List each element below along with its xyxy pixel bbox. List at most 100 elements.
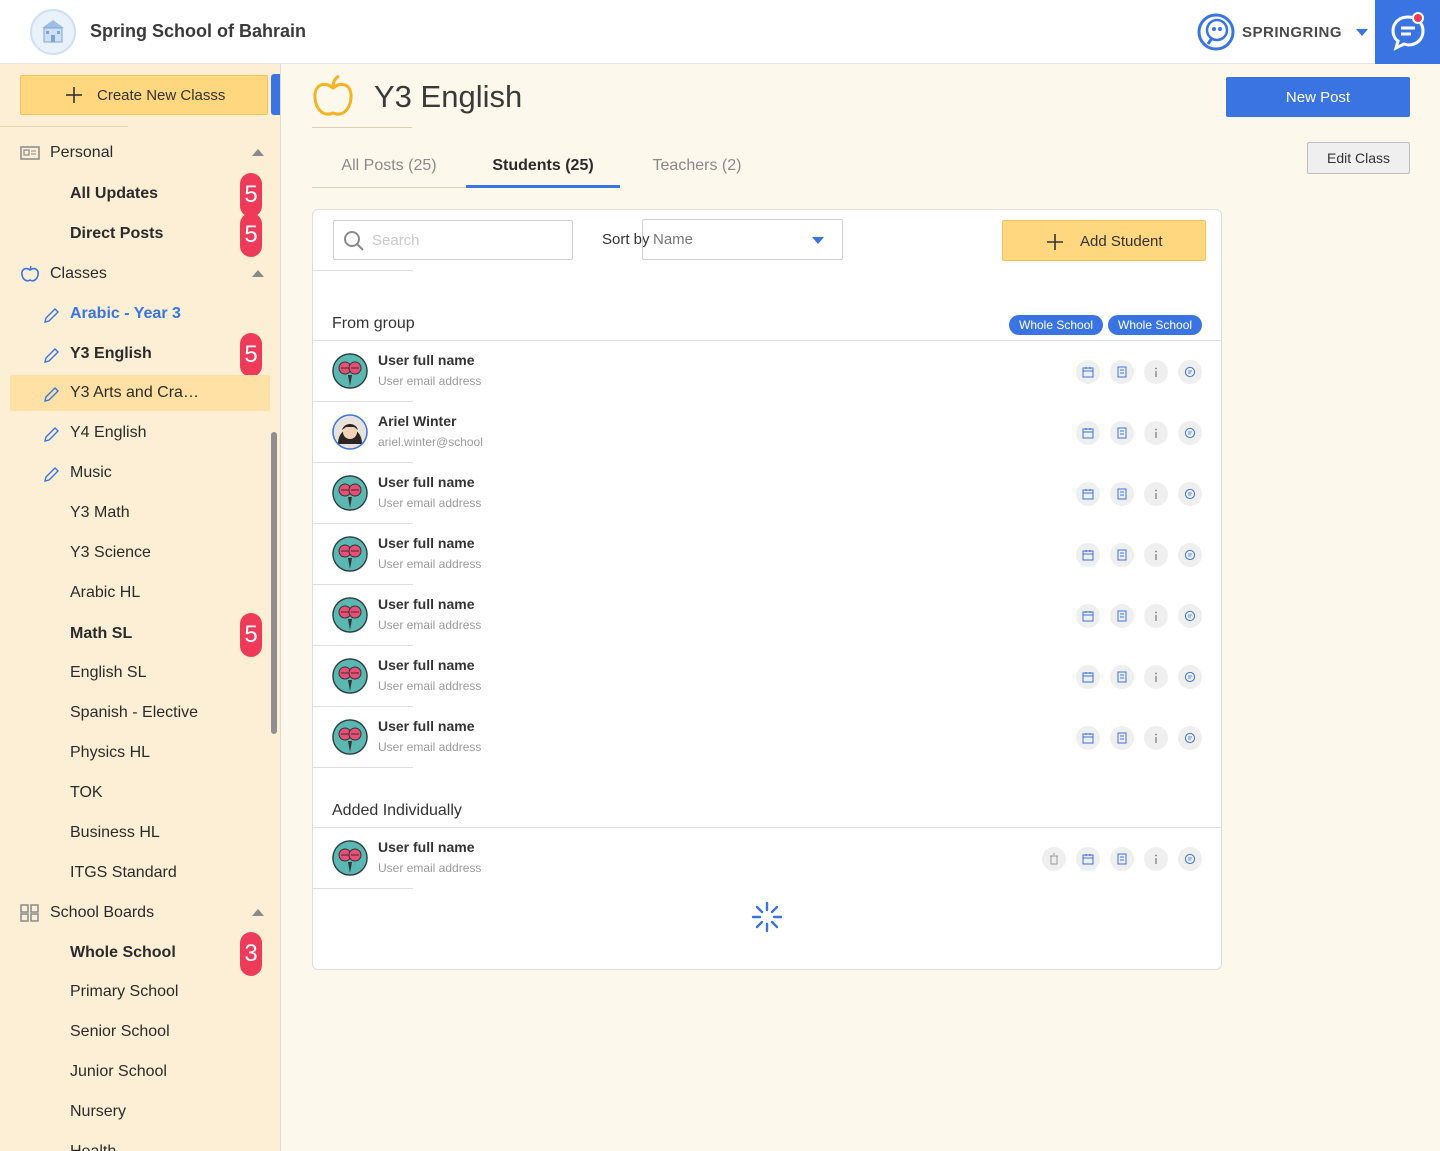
info-icon[interactable] [1144,482,1168,506]
add-student-button[interactable]: Add Student [1002,220,1206,261]
message-icon[interactable] [1178,847,1202,871]
sidebar-item-y3-math[interactable]: Y3 Math [10,495,270,531]
section-classes[interactable]: Classes [10,256,270,292]
search-box[interactable] [333,220,573,260]
notebook-icon[interactable] [1110,543,1134,567]
sidebar-item-business-hl[interactable]: Business HL [10,815,270,851]
sidebar-item-label: English SL [70,664,147,681]
message-icon[interactable] [1178,726,1202,750]
sidebar-item-health[interactable]: Health [10,1134,270,1151]
student-email: User email address [378,496,482,510]
avatar[interactable] [332,475,368,511]
sidebar-item-whole-school[interactable]: Whole School 3 [10,932,270,976]
edit-class-button[interactable]: Edit Class [1307,142,1410,174]
sidebar-item-y3-arts[interactable]: Y3 Arts and Cra… [10,375,270,411]
sidebar-toggle-tab[interactable] [271,74,280,115]
section-label: Personal [50,144,114,161]
sidebar-item-junior-school[interactable]: Junior School [10,1054,270,1090]
sidebar-item-physics-hl[interactable]: Physics HL [10,735,270,771]
avatar[interactable] [332,840,368,876]
avatar[interactable] [332,414,368,450]
message-icon[interactable] [1178,604,1202,628]
pencil-icon [44,467,59,482]
sidebar-item-music[interactable]: Music [10,455,270,491]
message-icon[interactable] [1178,421,1202,445]
section-personal[interactable]: Personal [10,135,270,171]
sidebar-item-english-sl[interactable]: English SL [10,655,270,691]
avatar[interactable] [332,353,368,389]
sidebar-item-primary-school[interactable]: Primary School [10,974,270,1010]
avatar[interactable] [332,719,368,755]
notification-dot [1412,12,1424,24]
student-row[interactable]: User full name User email address [313,341,1221,402]
calendar-icon[interactable] [1076,665,1100,689]
create-class-button[interactable]: Create New Classs [20,75,268,115]
info-icon[interactable] [1144,604,1168,628]
student-row[interactable]: User full name User email address [313,463,1221,524]
notebook-icon[interactable] [1110,847,1134,871]
sidebar-item-spanish-elective[interactable]: Spanish - Elective [10,695,270,731]
message-icon[interactable] [1178,360,1202,384]
group-chip[interactable]: Whole School [1009,315,1104,335]
plus-icon [66,87,82,103]
calendar-icon[interactable] [1076,360,1100,384]
sidebar-item-itgs-standard[interactable]: ITGS Standard [10,855,270,891]
student-row[interactable]: User full name User email address [313,707,1221,768]
brand-menu[interactable]: SPRINGRING [1196,10,1369,54]
info-icon[interactable] [1144,726,1168,750]
calendar-icon[interactable] [1076,482,1100,506]
message-icon[interactable] [1178,482,1202,506]
info-icon[interactable] [1144,665,1168,689]
student-row[interactable]: User full name User email address [313,646,1221,707]
sidebar-item-y4-english[interactable]: Y4 English [10,415,270,451]
sidebar-item-arabic-year-3[interactable]: Arabic - Year 3 [10,296,270,332]
sidebar-scrollbar[interactable] [271,432,277,734]
notebook-icon[interactable] [1110,665,1134,689]
notebook-icon[interactable] [1110,421,1134,445]
sort-select[interactable]: Name [642,219,843,260]
notebook-icon[interactable] [1110,604,1134,628]
tab-students[interactable]: Students (25) [466,146,620,188]
sidebar-item-all-updates[interactable]: All Updates 5 [10,173,270,217]
avatar[interactable] [332,536,368,572]
new-post-button[interactable]: New Post [1226,77,1410,117]
sidebar-item-math-sl[interactable]: Math SL 5 [10,613,270,657]
info-icon[interactable] [1144,847,1168,871]
trash-icon[interactable] [1042,847,1066,871]
sidebar-item-y3-science[interactable]: Y3 Science [10,535,270,571]
sidebar-item-direct-posts[interactable]: Direct Posts 5 [10,213,270,257]
section-school-boards[interactable]: School Boards [10,895,270,931]
calendar-icon[interactable] [1076,847,1100,871]
message-icon[interactable] [1178,543,1202,567]
student-row[interactable]: User full name User email address [313,828,1221,889]
message-icon[interactable] [1178,665,1202,689]
calendar-icon[interactable] [1076,604,1100,628]
info-icon[interactable] [1144,360,1168,384]
notebook-icon[interactable] [1110,726,1134,750]
avatar[interactable] [332,597,368,633]
student-row[interactable]: User full name User email address [313,524,1221,585]
notebook-icon[interactable] [1110,360,1134,384]
info-icon[interactable] [1144,543,1168,567]
group-chip[interactable]: Whole School [1108,315,1203,335]
calendar-icon[interactable] [1076,726,1100,750]
sidebar-item-senior-school[interactable]: Senior School [10,1014,270,1050]
sidebar-item-tok[interactable]: TOK [10,775,270,811]
sidebar-item-nursery[interactable]: Nursery [10,1094,270,1130]
notebook-icon[interactable] [1110,482,1134,506]
student-row[interactable]: User full name User email address [313,585,1221,646]
sidebar-item-y3-english[interactable]: Y3 English 5 [10,333,270,377]
student-row[interactable]: Ariel Winter ariel.winter@school [313,402,1221,463]
calendar-icon[interactable] [1076,543,1100,567]
tab-all-posts[interactable]: All Posts (25) [312,146,466,188]
avatar[interactable] [332,658,368,694]
search-input[interactable] [372,230,562,250]
student-name: User full name [378,718,475,734]
tab-teachers[interactable]: Teachers (2) [620,146,774,188]
info-icon[interactable] [1144,421,1168,445]
sidebar-item-arabic-hl[interactable]: Arabic HL [10,575,270,611]
student-email: User email address [378,740,482,754]
chat-button[interactable] [1375,0,1440,64]
school-logo[interactable] [30,9,76,55]
calendar-icon[interactable] [1076,421,1100,445]
